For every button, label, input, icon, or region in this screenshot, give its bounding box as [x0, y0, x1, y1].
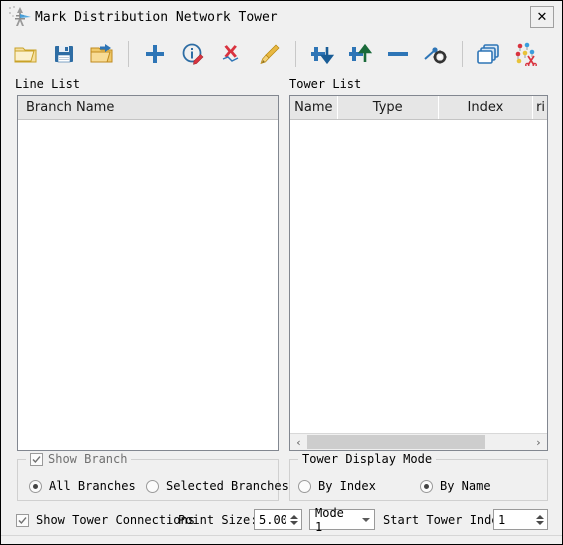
insert-above-icon[interactable] — [344, 38, 376, 70]
line-list-header-row: Branch Name — [18, 96, 278, 120]
tower-list-panel[interactable]: Name Type Index ri ‹ › — [289, 95, 548, 451]
radio-by-name-indicator[interactable] — [420, 479, 433, 493]
line-list-label: Line List — [15, 77, 81, 91]
line-list-panel[interactable]: Branch Name — [17, 95, 279, 451]
column-header-ri[interactable]: ri — [533, 96, 547, 119]
open-file-icon[interactable] — [10, 38, 42, 70]
line-list-body[interactable] — [18, 120, 278, 450]
point-size-spin-buttons[interactable] — [286, 510, 301, 529]
title-bar: Mark Distribution Network Tower ✕ — [1, 1, 562, 33]
tower-display-mode-label: Tower Display Mode — [302, 452, 433, 466]
radio-by-name[interactable]: By Name — [420, 479, 491, 493]
scroll-left-arrow-icon[interactable]: ‹ — [290, 434, 307, 451]
mode-value: Mode 1 — [315, 505, 344, 534]
show-branch-group-title: Show Branch — [26, 452, 132, 466]
show-tower-connections-label: Show Tower Connections — [36, 513, 195, 527]
toolbar-separator-1 — [128, 41, 129, 67]
radio-selected-branches-label: Selected Branches — [166, 479, 289, 493]
radio-all-branches[interactable]: All Branches — [29, 479, 136, 493]
toolbar-separator-2 — [295, 41, 296, 67]
radio-all-branches-indicator[interactable] — [29, 479, 42, 493]
tower-display-mode-group-title: Tower Display Mode — [298, 452, 437, 466]
remove-line-icon[interactable] — [382, 38, 414, 70]
radio-by-index[interactable]: By Index — [298, 479, 376, 493]
toolbar-separator-3 — [462, 41, 463, 67]
radio-by-name-label: By Name — [440, 479, 491, 493]
transmission-tower-icon — [7, 4, 33, 30]
start-tower-index-value[interactable]: 1 — [494, 513, 532, 527]
save-icon[interactable] — [48, 38, 80, 70]
radio-selected-branches[interactable]: Selected Branches — [146, 479, 289, 493]
bottom-divider — [1, 535, 562, 536]
tower-list-label: Tower List — [289, 77, 362, 91]
start-tower-index-spin-down-icon[interactable] — [535, 520, 544, 525]
start-tower-index-spinner[interactable]: 1 — [493, 509, 548, 530]
pins-scissors-icon[interactable] — [511, 38, 543, 70]
add-icon[interactable] — [139, 38, 171, 70]
point-size-value[interactable]: 5.00 — [255, 513, 286, 527]
start-tower-index-spin-buttons[interactable] — [532, 510, 547, 529]
tower-list-horizontal-scrollbar[interactable]: ‹ › — [290, 433, 547, 450]
column-header-index[interactable]: Index — [438, 96, 534, 119]
start-tower-index-spin-up-icon[interactable] — [535, 514, 544, 519]
radio-selected-branches-indicator[interactable] — [146, 479, 159, 493]
column-header-name[interactable]: Name — [290, 96, 338, 119]
radio-by-index-label: By Index — [318, 479, 376, 493]
connection-settings-icon[interactable] — [420, 38, 452, 70]
scroll-right-arrow-icon[interactable]: › — [530, 434, 547, 451]
insert-below-icon[interactable] — [306, 38, 338, 70]
mark-distribution-network-tower-window: Mark Distribution Network Tower ✕ Line L… — [0, 0, 563, 545]
delete-icon[interactable] — [215, 38, 247, 70]
show-branch-label: Show Branch — [48, 452, 128, 466]
point-size-label: Point Size: — [178, 513, 258, 527]
column-header-branch-name[interactable]: Branch Name — [18, 96, 278, 119]
tower-list-body[interactable] — [290, 120, 547, 433]
info-edit-icon[interactable] — [177, 38, 209, 70]
open-folder-icon[interactable] — [86, 38, 118, 70]
mode-dropdown[interactable]: Mode 1 — [309, 506, 375, 534]
scrollbar-track[interactable] — [307, 434, 530, 451]
close-button[interactable]: ✕ — [530, 6, 554, 28]
radio-all-branches-label: All Branches — [49, 479, 136, 493]
scrollbar-thumb[interactable] — [307, 434, 485, 449]
point-size-spin-down-icon[interactable] — [289, 520, 298, 525]
point-size-spinner[interactable]: 5.00 — [254, 509, 302, 530]
chevron-down-icon[interactable] — [358, 517, 374, 522]
radio-by-index-indicator[interactable] — [298, 479, 311, 493]
show-branch-checkbox[interactable] — [30, 452, 43, 466]
show-tower-connections-row[interactable]: Show Tower Connections — [16, 513, 195, 527]
toolbar — [1, 33, 562, 75]
window-title: Mark Distribution Network Tower — [35, 9, 278, 25]
show-tower-connections-checkbox[interactable] — [16, 513, 29, 527]
brush-icon[interactable] — [253, 38, 285, 70]
copy-layers-icon[interactable] — [473, 38, 505, 70]
tower-list-header-row: Name Type Index ri — [290, 96, 547, 120]
column-header-type[interactable]: Type — [337, 96, 439, 119]
point-size-spin-up-icon[interactable] — [289, 514, 298, 519]
